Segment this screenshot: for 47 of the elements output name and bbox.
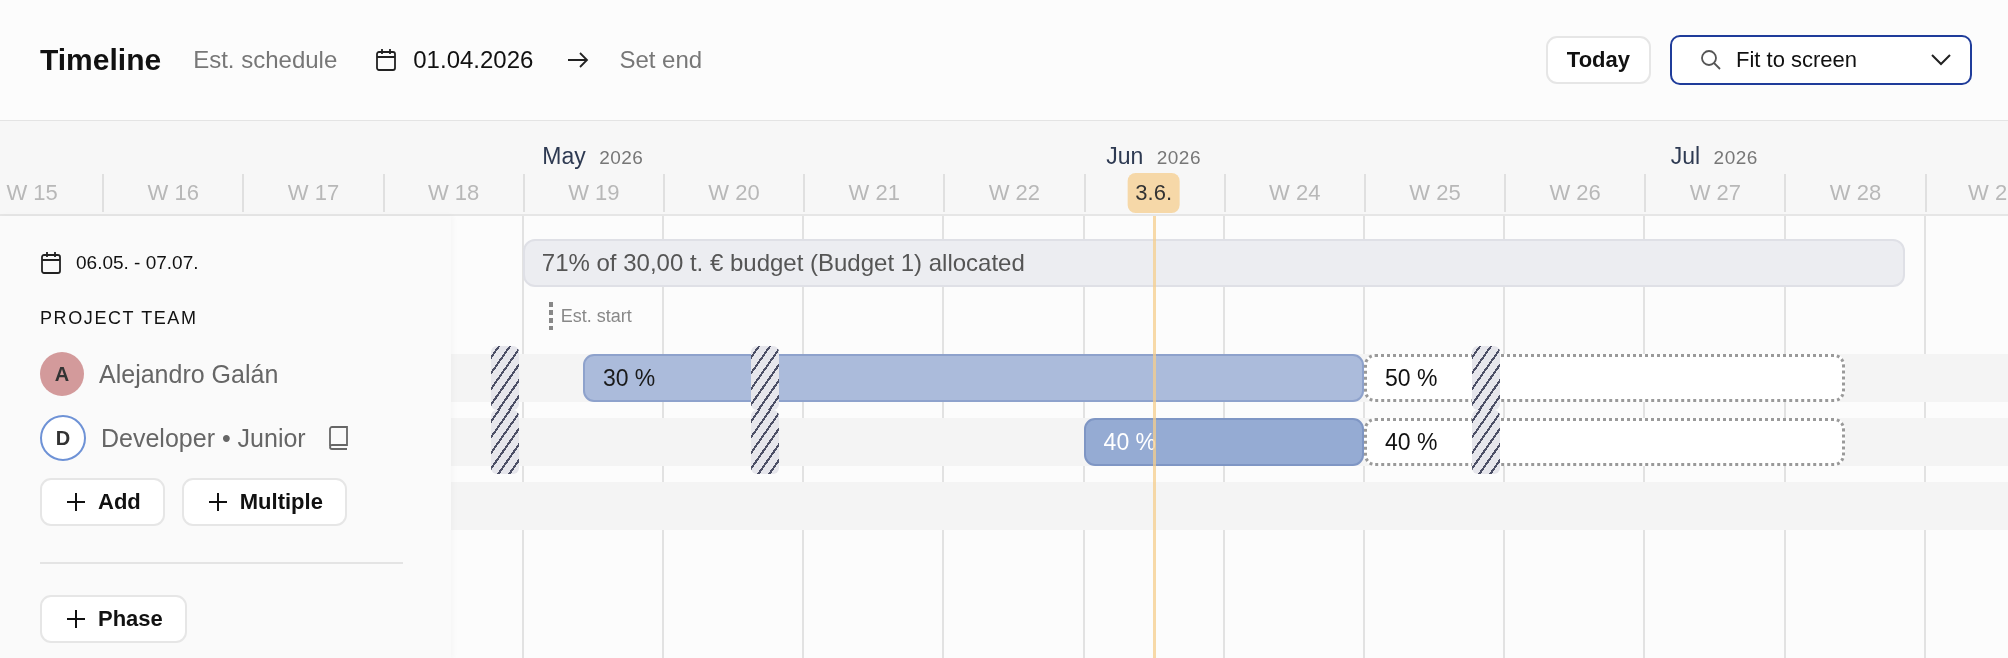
arrow-icon: [567, 51, 590, 69]
section-heading: PROJECT TEAM: [40, 308, 199, 329]
member-name[interactable]: Developer • Junior: [101, 423, 306, 453]
allocation-bar[interactable]: 30 %: [582, 354, 1364, 402]
calendar-icon: [375, 48, 398, 72]
week-label: W 20: [708, 180, 760, 206]
start-date[interactable]: 01.04.2026: [413, 46, 534, 74]
week-label: W 28: [1829, 180, 1882, 206]
search-icon: [1700, 49, 1722, 71]
today-marker: 3.6.: [1127, 173, 1181, 213]
add-phase-button[interactable]: Phase: [40, 595, 187, 643]
budget-bar: 71% of 30,00 t. € budget (Budget 1) allocated: [522, 239, 1905, 287]
week-label: W 18: [427, 180, 480, 206]
month-label: Jun 2026: [1106, 143, 1201, 170]
zoom-dropdown[interactable]: Fit to screen: [1670, 35, 1972, 85]
week-label: W 15: [6, 180, 58, 206]
member-name[interactable]: Alejandro Galán: [99, 359, 279, 389]
avatar: A: [40, 352, 84, 396]
week-label: W 19: [568, 180, 620, 206]
week-label: W 27: [1689, 180, 1741, 206]
start-marker: [548, 302, 553, 330]
date-range: 06.05. - 07.07.: [76, 252, 199, 274]
chevron-icon: [1930, 53, 1952, 67]
week-label: W 2: [1968, 180, 2008, 206]
avatar: D: [40, 415, 86, 461]
week-label: W 21: [848, 180, 900, 206]
start-label: Est. start: [560, 305, 632, 327]
add-button[interactable]: Add: [40, 478, 165, 526]
today-button[interactable]: Today: [1545, 36, 1651, 84]
week-label: W 24: [1269, 180, 1321, 206]
plus-icon: [66, 609, 86, 629]
week-label: W 17: [287, 180, 340, 206]
week-label: W 25: [1409, 180, 1461, 206]
add-button[interactable]: Multiple: [181, 478, 347, 526]
plus-icon: [66, 492, 86, 512]
calendar-icon: [40, 251, 62, 275]
timeline-title: Timeline: [40, 43, 162, 77]
week-label: W 26: [1549, 180, 1601, 206]
month-label: Jul 2026: [1670, 143, 1758, 170]
planned-allocation-bar[interactable]: 40 %: [1364, 418, 1845, 466]
schedule-label: Est. schedule: [193, 46, 338, 74]
end-date-placeholder[interactable]: Set end: [619, 46, 703, 74]
month-label: May 2026: [542, 143, 644, 170]
planned-allocation-bar[interactable]: 50 %: [1364, 354, 1845, 402]
plus-icon: [207, 492, 228, 512]
week-label: W 22: [988, 180, 1041, 206]
week-label: W 16: [147, 180, 199, 206]
